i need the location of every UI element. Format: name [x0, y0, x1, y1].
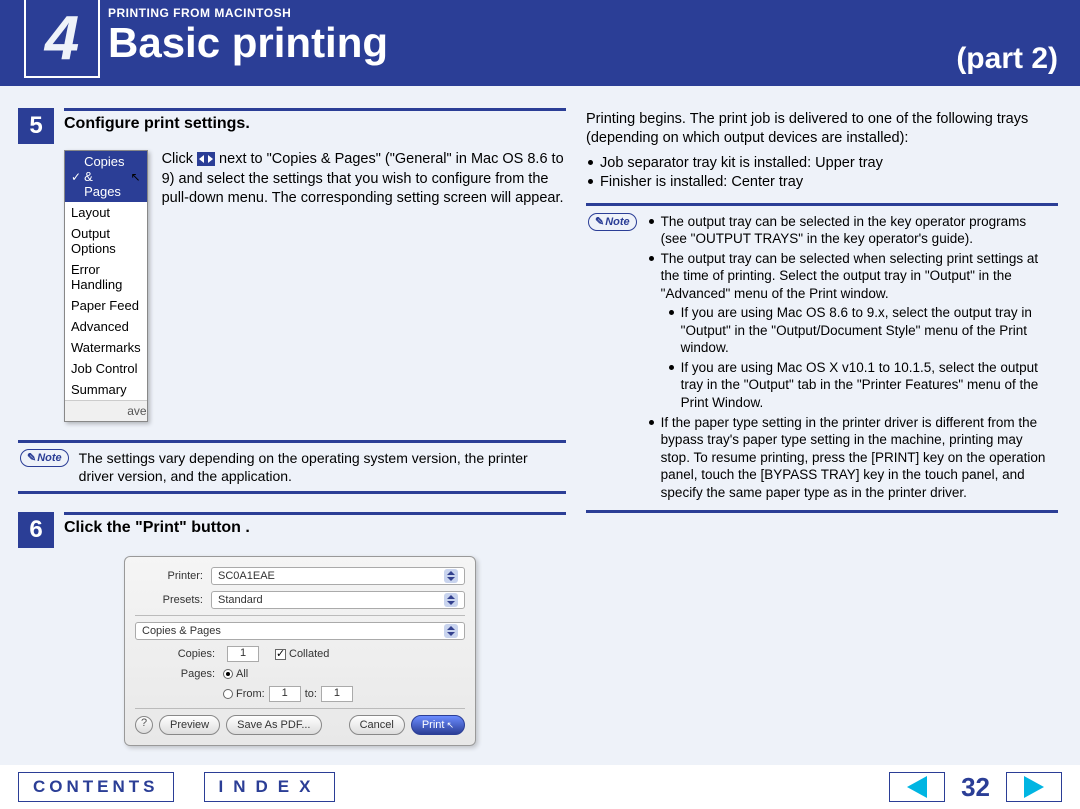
dlg-presets-label: Presets: — [135, 594, 203, 606]
tray-bullet: Finisher is installed: Center tray — [586, 173, 1058, 192]
collated-checkbox-icon — [275, 649, 286, 660]
note-text: The settings vary depending on the opera… — [79, 449, 564, 485]
step6: 6 Click the "Print" button . Printer: SC… — [18, 512, 566, 746]
prev-page-button[interactable] — [889, 772, 945, 802]
menu-item: Layout — [65, 202, 147, 223]
page-footer: CONTENTS INDEX 32 — [0, 765, 1080, 809]
tray-bullet: Job separator tray kit is installed: Upp… — [586, 154, 1058, 173]
dlg-to-input: 1 — [321, 686, 353, 702]
menu-item: Error Handling — [65, 259, 147, 295]
intro-text: Printing begins. The print job is delive… — [586, 110, 1058, 148]
triangle-right-icon — [1024, 776, 1044, 798]
step5-text: Click next to "Copies & Pages" ("General… — [162, 150, 566, 422]
step-rule — [64, 108, 566, 111]
step5-header: 5 Configure print settings. — [18, 108, 566, 144]
index-button[interactable]: INDEX — [204, 772, 336, 802]
step-rule — [64, 512, 566, 515]
note-bullet: If the paper type setting in the printer… — [647, 414, 1054, 502]
note-bullet: The output tray can be selected when sel… — [647, 250, 1054, 303]
contents-button[interactable]: CONTENTS — [18, 772, 174, 802]
updown-icon — [444, 624, 458, 638]
triangle-left-icon — [907, 776, 927, 798]
dlg-printer-select: SC0A1EAE — [211, 567, 465, 585]
dlg-printer-label: Printer: — [135, 570, 203, 582]
updown-icon — [444, 593, 458, 607]
updown-icon — [444, 569, 458, 583]
radio-from-icon — [223, 689, 233, 699]
page-header: 4 PRINTING FROM MACINTOSH Basic printing… — [0, 0, 1080, 86]
header-titles: PRINTING FROM MACINTOSH Basic printing — [108, 6, 388, 64]
left-column: 5 Configure print settings. ✓Copies & Pa… — [18, 108, 566, 765]
print-dialog-screenshot: Printer: SC0A1EAE Presets: Standard Copi… — [124, 556, 476, 746]
next-page-button[interactable] — [1006, 772, 1062, 802]
step5-number: 5 — [18, 108, 54, 144]
dlg-section-select: Copies & Pages — [135, 622, 465, 640]
divider — [135, 615, 465, 616]
updown-arrow-icon — [197, 152, 215, 166]
note-bullet: The output tray can be selected in the k… — [647, 213, 1054, 248]
dlg-print-button: Print↖ — [411, 715, 465, 735]
dlg-copies-input: 1 — [227, 646, 259, 662]
note-sub-bullet: If you are using Mac OS X v10.1 to 10.1.… — [667, 359, 1054, 412]
right-column: Printing begins. The print job is delive… — [586, 108, 1058, 765]
menu-item-selected: ✓Copies & Pages↖ — [65, 151, 147, 202]
page-number: 32 — [961, 772, 990, 803]
note-label: Note — [20, 449, 69, 467]
step5-note: Note The settings vary depending on the … — [18, 440, 566, 494]
part-label: (part 2) — [956, 42, 1058, 76]
dlg-saveas-button: Save As PDF... — [226, 715, 321, 735]
chapter-number-box: 4 — [24, 0, 100, 78]
menu-item: Summary — [65, 379, 147, 400]
dlg-copies-label: Copies: — [165, 648, 215, 660]
menu-item: Paper Feed — [65, 295, 147, 316]
dlg-help-icon: ? — [135, 716, 153, 734]
note-label: Note — [588, 213, 637, 231]
check-icon: ✓ — [71, 170, 81, 184]
cursor-icon: ↖ — [446, 720, 454, 731]
page-title: Basic printing — [108, 22, 388, 64]
dlg-from-input: 1 — [269, 686, 301, 702]
menu-save-fragment: ave — [65, 400, 147, 421]
step5-content: ✓Copies & Pages↖ Layout Output Options E… — [64, 150, 566, 422]
step6-header: 6 Click the "Print" button . — [18, 512, 566, 548]
step5-title: Configure print settings. — [64, 115, 566, 133]
menu-item: Output Options — [65, 223, 147, 259]
note-sub-bullet: If you are using Mac OS 8.6 to 9.x, sele… — [667, 304, 1054, 357]
menu-item: Job Control — [65, 358, 147, 379]
step6-title: Click the "Print" button . — [64, 519, 566, 537]
menu-item: Advanced — [65, 316, 147, 337]
breadcrumb: PRINTING FROM MACINTOSH — [108, 6, 388, 20]
dlg-pages-label: Pages: — [165, 668, 215, 680]
dlg-presets-select: Standard — [211, 591, 465, 609]
menu-item: Watermarks — [65, 337, 147, 358]
pulldown-menu-screenshot: ✓Copies & Pages↖ Layout Output Options E… — [64, 150, 148, 422]
page-body: 5 Configure print settings. ✓Copies & Pa… — [0, 86, 1080, 765]
radio-all-icon — [223, 669, 233, 679]
divider — [135, 708, 465, 709]
chapter-number: 4 — [45, 3, 79, 74]
cursor-icon: ↖ — [131, 170, 141, 184]
step6-number: 6 — [18, 512, 54, 548]
right-note-box: Note The output tray can be selected in … — [586, 203, 1058, 514]
dlg-cancel-button: Cancel — [349, 715, 405, 735]
dlg-preview-button: Preview — [159, 715, 220, 735]
